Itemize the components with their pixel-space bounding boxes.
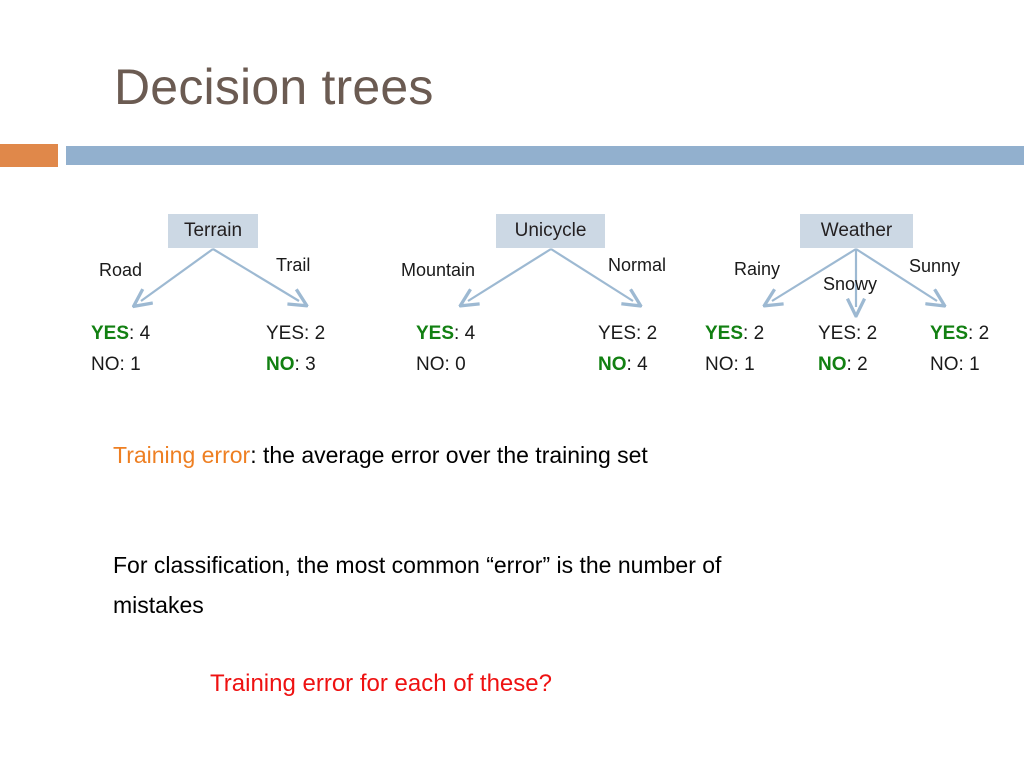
leaf-no-row: NO: 1 bbox=[930, 349, 989, 380]
leaf-no-row: NO: 0 bbox=[416, 349, 475, 380]
leaf-no-sep: : bbox=[119, 354, 131, 375]
tree-node-unicycle: Unicycle bbox=[496, 214, 605, 248]
leaf-yes-count: 4 bbox=[139, 323, 151, 344]
leaf-no-label: NO bbox=[705, 354, 734, 375]
leaf-yes-sep: : bbox=[856, 323, 867, 344]
leaf-no-label: NO bbox=[416, 354, 445, 375]
leaf-yes-sep: : bbox=[636, 323, 647, 344]
leaf-no-sep: : bbox=[846, 354, 858, 375]
tree-edge-unicycle-mountain bbox=[468, 248, 552, 301]
leaf-yes-label: YES bbox=[705, 323, 744, 344]
leaf-unicycle-mountain: YES: 4 NO: 0 bbox=[416, 318, 475, 380]
leaf-yes-sep: : bbox=[304, 323, 315, 344]
leaf-yes-sep: : bbox=[129, 323, 140, 344]
tree-node-terrain: Terrain bbox=[168, 214, 258, 248]
edge-label-rainy: Rainy bbox=[734, 259, 781, 279]
leaf-yes-row: YES: 2 bbox=[930, 318, 989, 349]
edge-label-snowy: Snowy bbox=[823, 274, 878, 294]
leaf-yes-count: 2 bbox=[866, 323, 878, 344]
leaf-no-count: 0 bbox=[455, 354, 466, 375]
page-title: Decision trees bbox=[114, 59, 434, 115]
leaf-no-label: NO bbox=[598, 354, 627, 375]
training-error-description: : the average error over the training se… bbox=[250, 442, 648, 468]
leaf-no-count: 1 bbox=[969, 354, 980, 375]
leaf-yes-label: YES bbox=[91, 323, 130, 344]
leaf-yes-count: 2 bbox=[314, 323, 326, 344]
header-accent-orange-block bbox=[0, 144, 58, 167]
leaf-terrain-trail: YES: 2 NO: 3 bbox=[266, 318, 325, 380]
leaf-yes-row: YES: 2 bbox=[266, 318, 325, 349]
leaf-yes-row: YES: 2 bbox=[818, 318, 877, 349]
leaf-yes-label: YES bbox=[598, 323, 637, 344]
leaf-weather-sunny: YES: 2 NO: 1 bbox=[930, 318, 989, 380]
edge-label-normal: Normal bbox=[608, 255, 667, 275]
leaf-yes-row: YES: 2 bbox=[598, 318, 657, 349]
leaf-no-row: NO: 1 bbox=[91, 349, 150, 380]
tree-node-weather: Weather bbox=[800, 214, 913, 248]
leaf-no-count: 3 bbox=[305, 354, 316, 375]
leaf-yes-label: YES bbox=[930, 323, 969, 344]
leaf-no-count: 4 bbox=[637, 354, 648, 375]
leaf-no-label: NO bbox=[91, 354, 120, 375]
leaf-yes-sep: : bbox=[968, 323, 979, 344]
leaf-no-sep: : bbox=[444, 354, 456, 375]
leaf-weather-snowy: YES: 2 NO: 2 bbox=[818, 318, 877, 380]
edge-label-trail: Trail bbox=[276, 255, 311, 275]
leaf-yes-count: 2 bbox=[753, 323, 765, 344]
training-error-question: Training error for each of these? bbox=[210, 670, 552, 697]
leaf-yes-row: YES: 4 bbox=[91, 318, 150, 349]
classification-error-paragraph: For classification, the most common “err… bbox=[113, 552, 722, 618]
leaf-no-label: NO bbox=[930, 354, 959, 375]
edge-label-sunny: Sunny bbox=[909, 256, 961, 276]
leaf-yes-row: YES: 4 bbox=[416, 318, 475, 349]
leaf-no-label: NO bbox=[818, 354, 847, 375]
tree-edge-terrain-road bbox=[141, 248, 214, 301]
tree-arrows bbox=[0, 248, 1024, 768]
leaf-yes-label: YES bbox=[266, 323, 305, 344]
leaf-no-row: NO: 1 bbox=[705, 349, 764, 380]
leaf-terrain-road: YES: 4 NO: 1 bbox=[91, 318, 150, 380]
leaf-no-sep: : bbox=[626, 354, 638, 375]
leaf-yes-count: 2 bbox=[646, 323, 658, 344]
training-error-definition: Training error: the average error over t… bbox=[113, 442, 648, 469]
leaf-no-count: 1 bbox=[130, 354, 141, 375]
leaf-weather-rainy: YES: 2 NO: 1 bbox=[705, 318, 764, 380]
leaf-yes-label: YES bbox=[818, 323, 857, 344]
header-accent-blue-bar bbox=[66, 146, 1024, 165]
leaf-no-row: NO: 4 bbox=[598, 349, 657, 380]
edge-label-road: Road bbox=[99, 260, 143, 280]
slide-canvas: Decision trees Terrain Road Trail YES: 4… bbox=[0, 0, 1024, 768]
training-error-term: Training error bbox=[113, 442, 251, 468]
leaf-no-row: NO: 3 bbox=[266, 349, 325, 380]
leaf-yes-count: 4 bbox=[464, 323, 476, 344]
leaf-yes-sep: : bbox=[743, 323, 754, 344]
edge-label-mountain: Mountain bbox=[401, 260, 476, 280]
leaf-no-sep: : bbox=[958, 354, 970, 375]
leaf-yes-label: YES bbox=[416, 323, 455, 344]
leaf-no-sep: : bbox=[294, 354, 306, 375]
leaf-no-row: NO: 2 bbox=[818, 349, 877, 380]
leaf-no-count: 2 bbox=[857, 354, 868, 375]
leaf-yes-count: 2 bbox=[978, 323, 990, 344]
leaf-no-label: NO bbox=[266, 354, 295, 375]
leaf-unicycle-normal: YES: 2 NO: 4 bbox=[598, 318, 657, 380]
leaf-no-sep: : bbox=[733, 354, 745, 375]
leaf-yes-row: YES: 2 bbox=[705, 318, 764, 349]
leaf-no-count: 1 bbox=[744, 354, 755, 375]
leaf-yes-sep: : bbox=[454, 323, 465, 344]
